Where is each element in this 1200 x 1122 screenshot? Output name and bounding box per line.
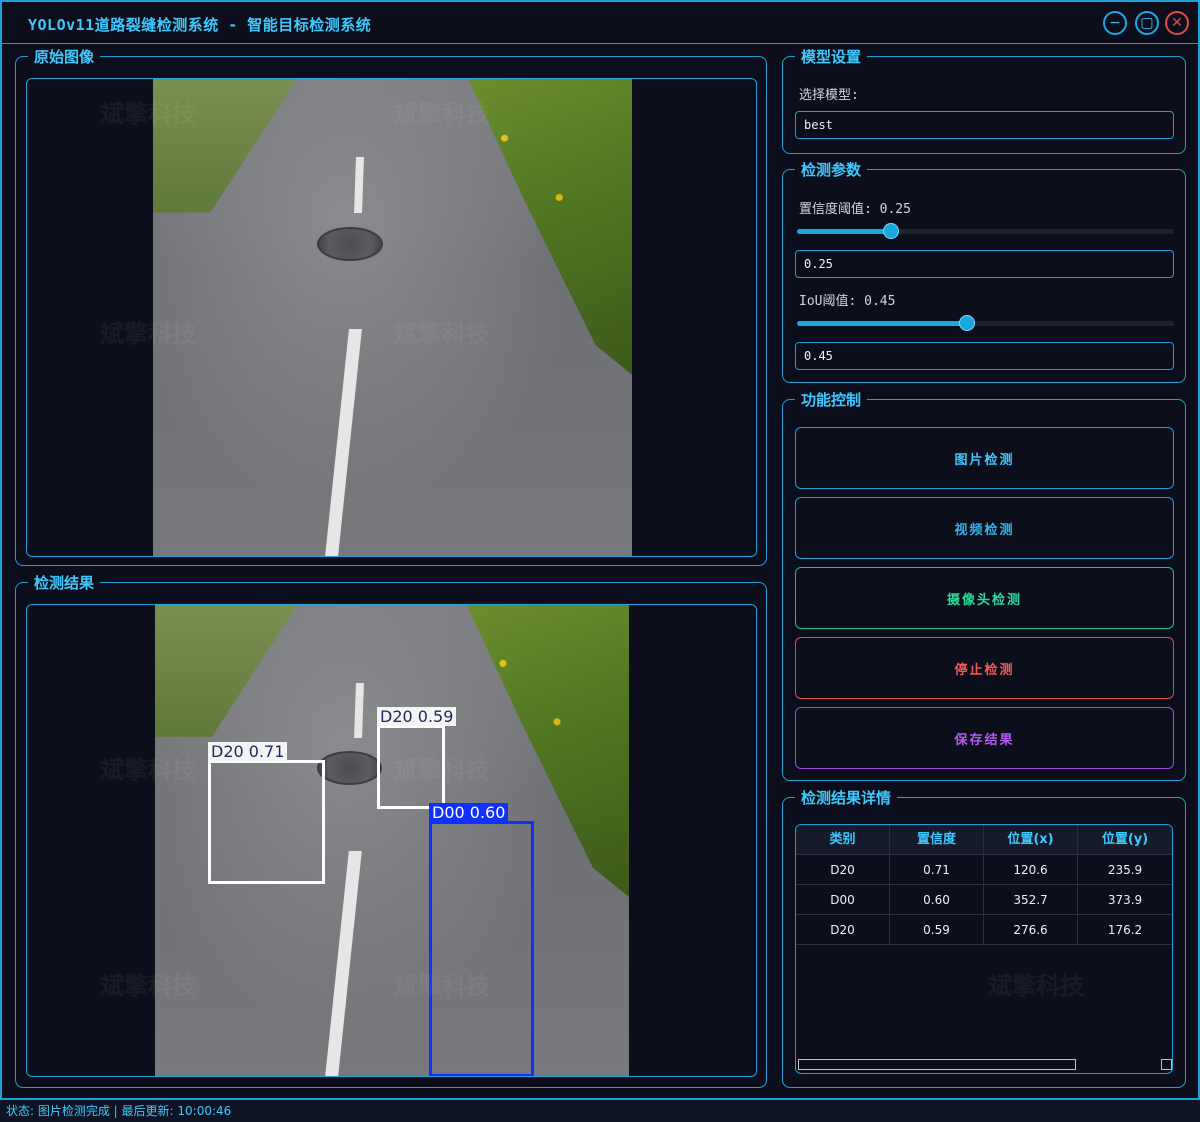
detection-label: D20 0.59 <box>377 707 457 726</box>
result-image-group: 检测结果 D20 0.71 D20 0.59 D00 0.60 <box>15 574 767 1088</box>
params-group: 检测参数 置信度阈值: 0.25 0.25 IoU阈值: 0.45 0.45 <box>782 161 1186 383</box>
minimize-button[interactable]: − <box>1103 11 1127 35</box>
scrollbar-thumb[interactable] <box>798 1059 1076 1070</box>
detection-box: D20 0.59 <box>377 707 457 809</box>
iou-slider-handle[interactable] <box>959 315 975 331</box>
table-cell: 373.9 <box>1107 893 1143 907</box>
maximize-button[interactable]: ▢ <box>1135 11 1159 35</box>
results-group: 检测结果详情 类别 置信度 位置(x) 位置(y) D20 0.71 120.6… <box>782 789 1186 1088</box>
table-cell: D20 <box>796 855 890 884</box>
results-table: 类别 置信度 位置(x) 位置(y) D20 0.71 120.6 235.9 … <box>795 824 1173 1074</box>
detection-label: D20 0.71 <box>208 742 288 761</box>
conf-threshold-input[interactable]: 0.25 <box>795 250 1174 278</box>
result-image-title: 检测结果 <box>28 574 101 592</box>
iou-threshold-label: IoU阈值: 0.45 <box>799 294 896 309</box>
stop-detect-button[interactable]: 停止检测 <box>795 637 1174 699</box>
model-settings-group: 模型设置 选择模型: best <box>782 48 1186 154</box>
table-cell: 120.6 <box>984 855 1078 884</box>
conf-slider-fill <box>797 229 891 234</box>
result-image-frame: D20 0.71 D20 0.59 D00 0.60 <box>26 604 757 1077</box>
model-settings-title: 模型设置 <box>795 48 868 66</box>
detection-label: D00 0.60 <box>429 803 509 822</box>
app-window: YOLOv11道路裂缝检测系统 - 智能目标检测系统 − ▢ ✕ 原始图像 检测… <box>0 0 1200 1100</box>
table-row[interactable]: D20 0.71 120.6 235.9 <box>796 855 1172 885</box>
original-image-title: 原始图像 <box>28 48 101 66</box>
results-title: 检测结果详情 <box>795 789 898 807</box>
column-header[interactable]: 位置(y) <box>1078 825 1172 854</box>
close-button[interactable]: ✕ <box>1165 11 1189 35</box>
original-image-frame <box>26 78 757 557</box>
horizontal-scrollbar[interactable] <box>796 1059 1172 1071</box>
table-cell: D00 <box>796 885 890 914</box>
detection-box: D20 0.71 <box>208 742 325 884</box>
table-cell: 0.71 <box>890 855 984 884</box>
conf-threshold-label: 置信度阈值: 0.25 <box>799 202 911 217</box>
table-cell: 0.60 <box>890 885 984 914</box>
video-detect-button[interactable]: 视频检测 <box>795 497 1174 559</box>
column-header[interactable]: 类别 <box>796 825 890 854</box>
iou-slider[interactable] <box>797 315 1174 331</box>
table-cell: D20 <box>796 915 890 944</box>
column-header[interactable]: 位置(x) <box>984 825 1078 854</box>
model-select[interactable]: best <box>795 111 1174 139</box>
original-image-group: 原始图像 <box>15 48 767 566</box>
close-icon: ✕ <box>1171 15 1183 31</box>
table-header: 类别 置信度 位置(x) 位置(y) <box>796 825 1172 855</box>
table-row[interactable]: D20 0.59 276.6 176.2 <box>796 915 1172 945</box>
table-cell: 0.59 <box>890 915 984 944</box>
table-row[interactable]: D00 0.60 352.7 373.9 <box>796 885 1172 915</box>
window-title: YOLOv11道路裂缝检测系统 - 智能目标检测系统 <box>28 16 372 34</box>
camera-detect-button[interactable]: 摄像头检测 <box>795 567 1174 629</box>
original-image <box>153 79 632 556</box>
iou-threshold-input[interactable]: 0.45 <box>795 342 1174 370</box>
detection-box: D00 0.60 <box>429 803 534 1076</box>
manhole <box>317 751 382 785</box>
minimize-icon: − <box>1109 15 1121 31</box>
scrollbar-end[interactable] <box>1161 1059 1172 1070</box>
title-bar[interactable]: YOLOv11道路裂缝检测系统 - 智能目标检测系统 − ▢ ✕ <box>2 2 1198 44</box>
image-detect-button[interactable]: 图片检测 <box>795 427 1174 489</box>
table-cell: 352.7 <box>984 885 1078 914</box>
params-title: 检测参数 <box>795 161 868 179</box>
column-header[interactable]: 置信度 <box>890 825 984 854</box>
controls-group: 功能控制 图片检测 视频检测 摄像头检测 停止检测 保存结果 <box>782 391 1186 781</box>
save-result-button[interactable]: 保存结果 <box>795 707 1174 769</box>
table-cell: 176.2 <box>1107 923 1143 937</box>
iou-slider-fill <box>797 321 967 326</box>
conf-slider-handle[interactable] <box>883 223 899 239</box>
select-model-label: 选择模型: <box>799 88 859 103</box>
result-image: D20 0.71 D20 0.59 D00 0.60 <box>155 605 629 1076</box>
status-bar: 状态: 图片检测完成 | 最后更新: 10:00:46 <box>0 1100 1200 1122</box>
table-cell: 276.6 <box>984 915 1078 944</box>
manhole <box>317 227 383 261</box>
table-cell: 235.9 <box>1107 863 1143 877</box>
controls-title: 功能控制 <box>795 391 868 409</box>
maximize-icon: ▢ <box>1140 15 1154 31</box>
conf-slider[interactable] <box>797 223 1174 239</box>
